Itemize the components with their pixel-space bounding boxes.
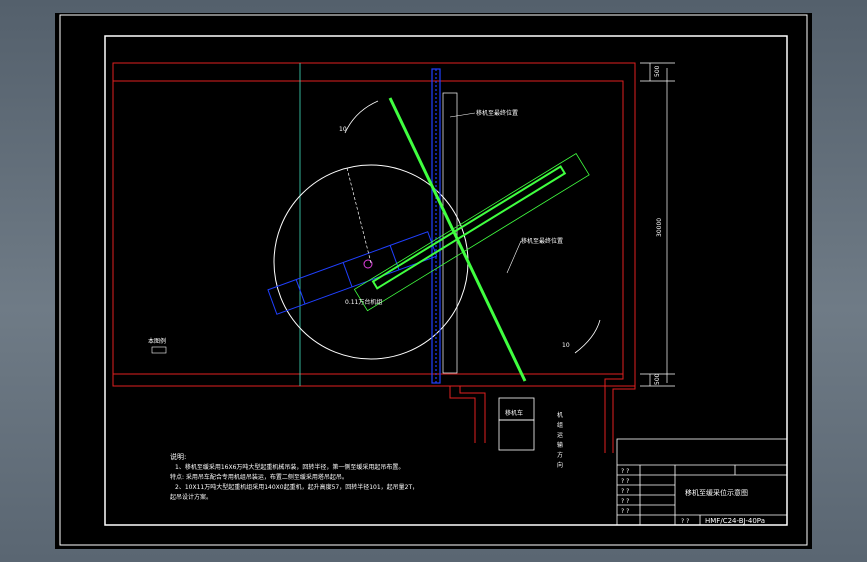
notes-line: 1、移机至缓采用16X6万吨大型起重机械吊装，回转半径，第一侧至缓采用起吊布置。: [175, 463, 404, 471]
tb-cell: ? ?: [681, 518, 689, 525]
leader-mid: [506, 240, 522, 274]
dim-top-label: 500: [654, 65, 661, 77]
drawing-border: [104, 35, 788, 526]
title-block-title: 移机至缓采位示意图: [685, 488, 748, 497]
direction-char: 运: [557, 431, 563, 439]
tb-cell: ? ?: [621, 488, 629, 495]
direction-char: 输: [557, 441, 563, 449]
dim-vertical-label: 30000: [656, 218, 663, 237]
title-block: [616, 438, 788, 526]
arc-label-left: 10: [339, 126, 347, 133]
arc-bottom-right: [574, 319, 601, 354]
transport-box: [498, 419, 535, 451]
notes-line: 2、10X11万吨大型起重机组采用140X0起重机，起升高度57，回转半径101…: [175, 483, 418, 491]
beam-main: [388, 97, 527, 382]
direction-char: 机: [557, 411, 563, 419]
notes-heading: 说明:: [170, 452, 186, 461]
tb-cell: ? ?: [621, 508, 629, 515]
beam-diagonal: [353, 152, 590, 312]
label-left-note: 本图例: [148, 337, 166, 345]
tb-cell: ? ?: [621, 478, 629, 485]
label-top-position: 移机至最终位置: [476, 109, 518, 117]
transport-box-label: 移机车: [505, 409, 523, 417]
notes-line: 特点: 采用吊车配合专用机组吊装运，布置二侧至缓采用塔吊起吊。: [170, 473, 348, 481]
cad-drawing: 500 30000 500 10 10 移机车 移机至最终位置 移机至最终位置 …: [59, 14, 808, 546]
arc-top-left: [344, 100, 379, 134]
building-walls: [112, 62, 636, 453]
notes: 说明: 1、移机至缓采用16X6万吨大型起重机械吊装，回转半径，第一侧至缓采用起…: [170, 452, 418, 501]
leader-top: [449, 112, 476, 118]
label-mid-position: 移机至最终位置: [521, 237, 563, 245]
radius-line: [346, 167, 372, 264]
arc-label-right: 10: [562, 342, 570, 349]
direction-text: 机 组 运 输 方 向: [557, 411, 563, 469]
direction-char: 方: [557, 451, 563, 459]
title-block-drawing-no: HMF/C24-BJ-40Pa: [705, 517, 765, 525]
left-note-box: [151, 346, 167, 354]
tb-cell: ? ?: [621, 498, 629, 505]
cad-viewport: 500 30000 500 10 10 移机车 移机至最终位置 移机至最终位置 …: [55, 13, 812, 549]
direction-char: 组: [557, 421, 563, 429]
notes-line: 起吊设计方案。: [170, 493, 212, 501]
label-circle: 0.11万台机组: [345, 298, 382, 306]
direction-char: 向: [557, 461, 563, 469]
outer-frame: [59, 14, 808, 546]
tb-cell: ? ?: [621, 468, 629, 475]
dim-bottom-label: 500: [654, 373, 661, 385]
